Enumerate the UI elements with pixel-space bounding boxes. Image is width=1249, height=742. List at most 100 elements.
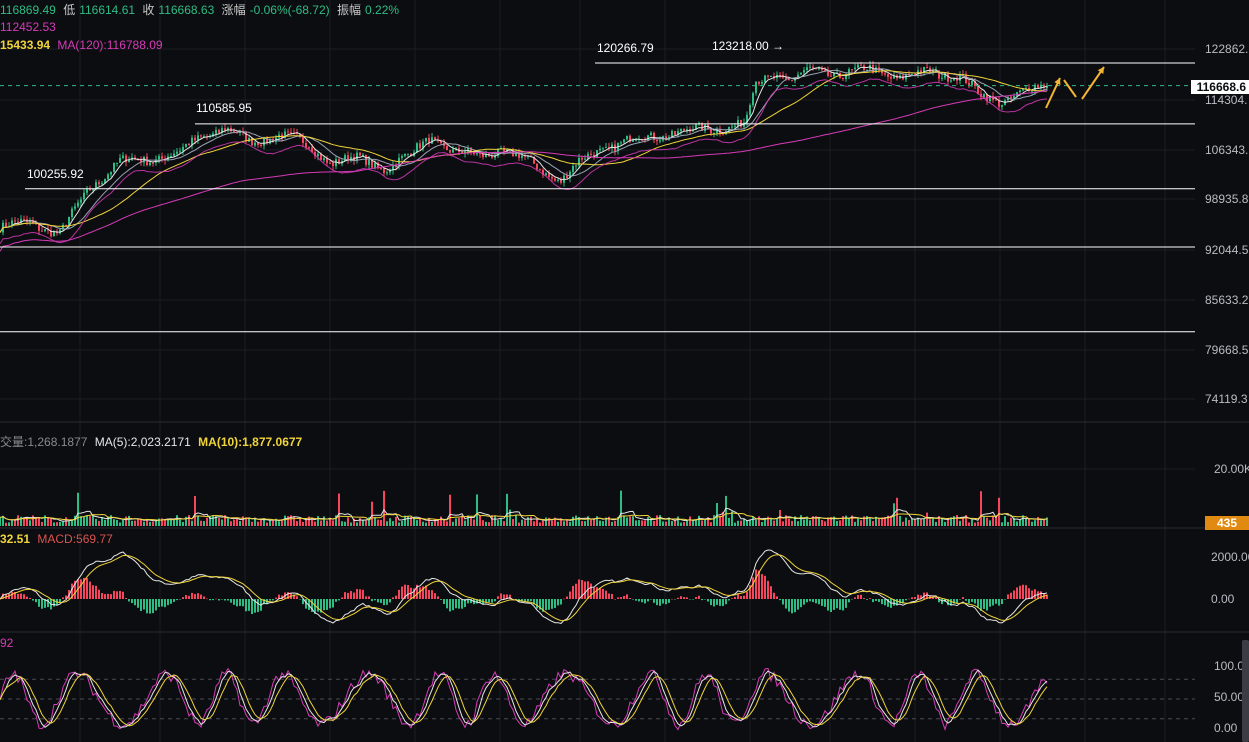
candle-body — [1019, 90, 1021, 93]
macd-bar — [245, 599, 247, 612]
macd-bar — [338, 599, 340, 601]
macd-bar — [395, 595, 397, 599]
ma120-line — [0, 90, 1048, 252]
volume-bar — [347, 517, 349, 526]
volume-bar — [143, 521, 145, 526]
macd-bar — [299, 599, 301, 600]
volume-bar — [59, 521, 61, 526]
candle-body — [605, 147, 607, 149]
macd-bar — [122, 591, 124, 599]
volume-bar — [134, 520, 136, 526]
candle-body — [317, 153, 319, 157]
volume-bar — [680, 522, 682, 526]
macd-bar — [740, 596, 742, 599]
candle-body — [323, 158, 325, 161]
macd-bar — [803, 599, 805, 605]
volume-bar — [104, 519, 106, 526]
candle-body — [830, 75, 832, 77]
candle-body — [14, 220, 16, 222]
macd-bar — [704, 599, 706, 600]
volume-bar — [116, 520, 118, 526]
macd-bar — [32, 599, 34, 601]
ohlc-change-value: -0.06%(-68.72) — [249, 3, 330, 17]
volume-bar — [737, 520, 739, 526]
ohlc-amplitude-value: 0.22% — [365, 3, 400, 17]
volume-bar — [443, 520, 445, 526]
volume-bar — [704, 518, 706, 526]
volume-bar — [650, 519, 652, 526]
volume-bar — [974, 522, 976, 526]
macd-bar — [851, 599, 853, 600]
macd-bar — [701, 599, 703, 601]
macd-bar — [707, 599, 709, 602]
volume-bar — [761, 522, 763, 526]
volume-bar — [62, 521, 64, 526]
macd-bar — [227, 599, 229, 601]
macd-bar — [128, 599, 130, 602]
volume-bar — [32, 515, 34, 526]
candle-body — [374, 162, 376, 168]
volume-bar — [1019, 519, 1021, 526]
macd-bar — [251, 599, 253, 615]
volume-bar — [515, 514, 517, 526]
volume-bar — [227, 518, 229, 526]
volume-bar — [869, 518, 871, 526]
macd-bar — [446, 599, 448, 609]
macd-bar — [452, 599, 454, 611]
volume-bar — [89, 516, 91, 526]
candle-body — [308, 147, 310, 149]
volume-bar — [230, 521, 232, 526]
volume-bar — [980, 491, 982, 526]
candle-body — [446, 145, 448, 151]
macd-bar — [809, 599, 811, 602]
volume-bar — [674, 520, 676, 526]
volume-bar — [17, 515, 19, 526]
volume-bar — [503, 521, 505, 526]
candle-body — [329, 162, 331, 164]
macd-bar — [935, 597, 937, 599]
macd-bar — [269, 599, 271, 601]
chart-canvas[interactable]: 120266.79 123218.00 → 110585.95 100255.92 12… — [0, 0, 1249, 742]
volume-bar — [101, 516, 103, 526]
macd-bar — [164, 599, 166, 608]
macd-bar — [644, 599, 646, 604]
volume-header: 交量:1,268.1877 MA(5):2,023.2171 MA(10):1,… — [0, 433, 306, 450]
volume-bar — [773, 520, 775, 526]
candle-body — [179, 151, 181, 153]
macd-bar — [716, 599, 718, 605]
volume-bar — [959, 520, 961, 526]
ohlc-low-label: 低 — [63, 3, 76, 17]
macd-bar — [572, 585, 574, 599]
macd-bar — [974, 599, 976, 604]
macd-bar — [554, 599, 556, 608]
volume-bar — [1043, 519, 1045, 526]
macd-bar — [638, 599, 640, 602]
macd-bar — [332, 599, 334, 608]
macd-bar — [116, 591, 118, 599]
volume-bar — [47, 517, 49, 526]
volume-bar — [233, 519, 235, 526]
macd-bar — [41, 599, 43, 609]
macd-bar — [98, 589, 100, 599]
candle-body — [80, 199, 82, 203]
candle-body — [857, 64, 859, 68]
candle-body — [110, 172, 112, 175]
candle-body — [521, 155, 523, 158]
kdj-axis-tick: 0.00 — [1214, 721, 1238, 735]
macd-bar — [623, 595, 625, 599]
candle-body — [851, 69, 853, 71]
candle-body — [77, 202, 79, 207]
macd-bar — [773, 592, 775, 599]
candle-body — [44, 229, 46, 232]
volume-bar — [332, 520, 334, 526]
candle-body — [107, 174, 109, 179]
volume-bar — [536, 519, 538, 526]
candle-body — [731, 126, 733, 128]
macd-bar — [419, 587, 421, 599]
volume-bar — [683, 522, 685, 526]
macd-bar — [11, 591, 13, 599]
candle-body — [887, 74, 889, 77]
macd-bar — [272, 599, 274, 601]
macd-bar — [1022, 584, 1024, 599]
volume-bar — [65, 517, 67, 526]
